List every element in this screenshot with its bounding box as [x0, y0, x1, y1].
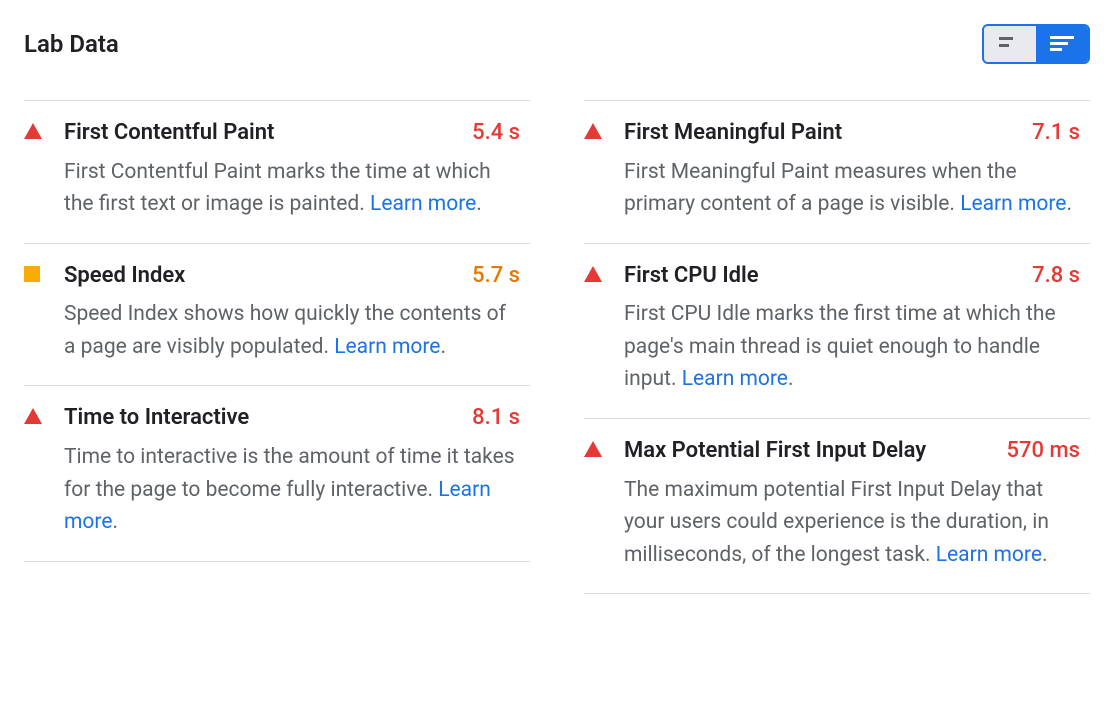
- triangle-up-icon: [584, 266, 602, 282]
- status-icon-red: [584, 262, 624, 282]
- metric-description: First Contentful Paint marks the time at…: [64, 156, 520, 221]
- menu-short-icon: [999, 37, 1021, 51]
- metric-first-cpu-idle: First CPU Idle 7.8 s First CPU Idle mark…: [584, 243, 1090, 418]
- square-icon: [24, 266, 40, 282]
- view-toggle-expanded[interactable]: [1036, 26, 1088, 62]
- menu-expanded-icon: [1050, 36, 1074, 52]
- status-icon-orange: [24, 262, 64, 282]
- metric-title: Max Potential First Input Delay: [624, 437, 926, 466]
- learn-more-link[interactable]: Learn more: [370, 192, 476, 216]
- metric-value: 5.7 s: [472, 263, 520, 288]
- metric-description: First CPU Idle marks the first time at w…: [624, 298, 1080, 396]
- triangle-up-icon: [24, 408, 42, 424]
- triangle-up-icon: [584, 441, 602, 457]
- metric-description: First Meaningful Paint measures when the…: [624, 156, 1080, 221]
- metric-description: Speed Index shows how quickly the conten…: [64, 298, 520, 363]
- metric-title: Speed Index: [64, 262, 185, 291]
- metric-first-contentful-paint: First Contentful Paint 5.4 s First Conte…: [24, 100, 530, 243]
- metric-speed-index: Speed Index 5.7 s Speed Index shows how …: [24, 243, 530, 386]
- metric-value: 570 ms: [1007, 438, 1080, 463]
- metric-value: 8.1 s: [472, 405, 520, 430]
- section-title: Lab Data: [24, 30, 119, 58]
- metrics-column-left: First Contentful Paint 5.4 s First Conte…: [24, 100, 530, 594]
- metric-value: 5.4 s: [472, 120, 520, 145]
- metric-description: Time to interactive is the amount of tim…: [64, 441, 520, 539]
- metric-max-potential-fid: Max Potential First Input Delay 570 ms T…: [584, 418, 1090, 594]
- metrics-column-right: First Meaningful Paint 7.1 s First Meani…: [584, 100, 1090, 594]
- triangle-up-icon: [584, 123, 602, 139]
- metric-title: Time to Interactive: [64, 404, 249, 433]
- learn-more-link[interactable]: Learn more: [936, 543, 1042, 567]
- status-icon-red: [24, 404, 64, 424]
- status-icon-red: [584, 119, 624, 139]
- metric-title: First Contentful Paint: [64, 119, 274, 148]
- view-toggle-compact[interactable]: [984, 26, 1036, 62]
- learn-more-link[interactable]: Learn more: [334, 335, 440, 359]
- metric-value: 7.8 s: [1032, 263, 1080, 288]
- status-icon-red: [584, 437, 624, 457]
- triangle-up-icon: [24, 123, 42, 139]
- metric-time-to-interactive: Time to Interactive 8.1 s Time to intera…: [24, 385, 530, 561]
- learn-more-link[interactable]: Learn more: [682, 367, 788, 391]
- view-toggle-group: [982, 24, 1090, 64]
- metric-first-meaningful-paint: First Meaningful Paint 7.1 s First Meani…: [584, 100, 1090, 243]
- metrics-grid: First Contentful Paint 5.4 s First Conte…: [24, 100, 1090, 594]
- metric-title: First CPU Idle: [624, 262, 759, 291]
- metric-description: The maximum potential First Input Delay …: [624, 474, 1080, 572]
- learn-more-link[interactable]: Learn more: [960, 192, 1066, 216]
- metric-title: First Meaningful Paint: [624, 119, 842, 148]
- status-icon-red: [24, 119, 64, 139]
- metric-value: 7.1 s: [1032, 120, 1080, 145]
